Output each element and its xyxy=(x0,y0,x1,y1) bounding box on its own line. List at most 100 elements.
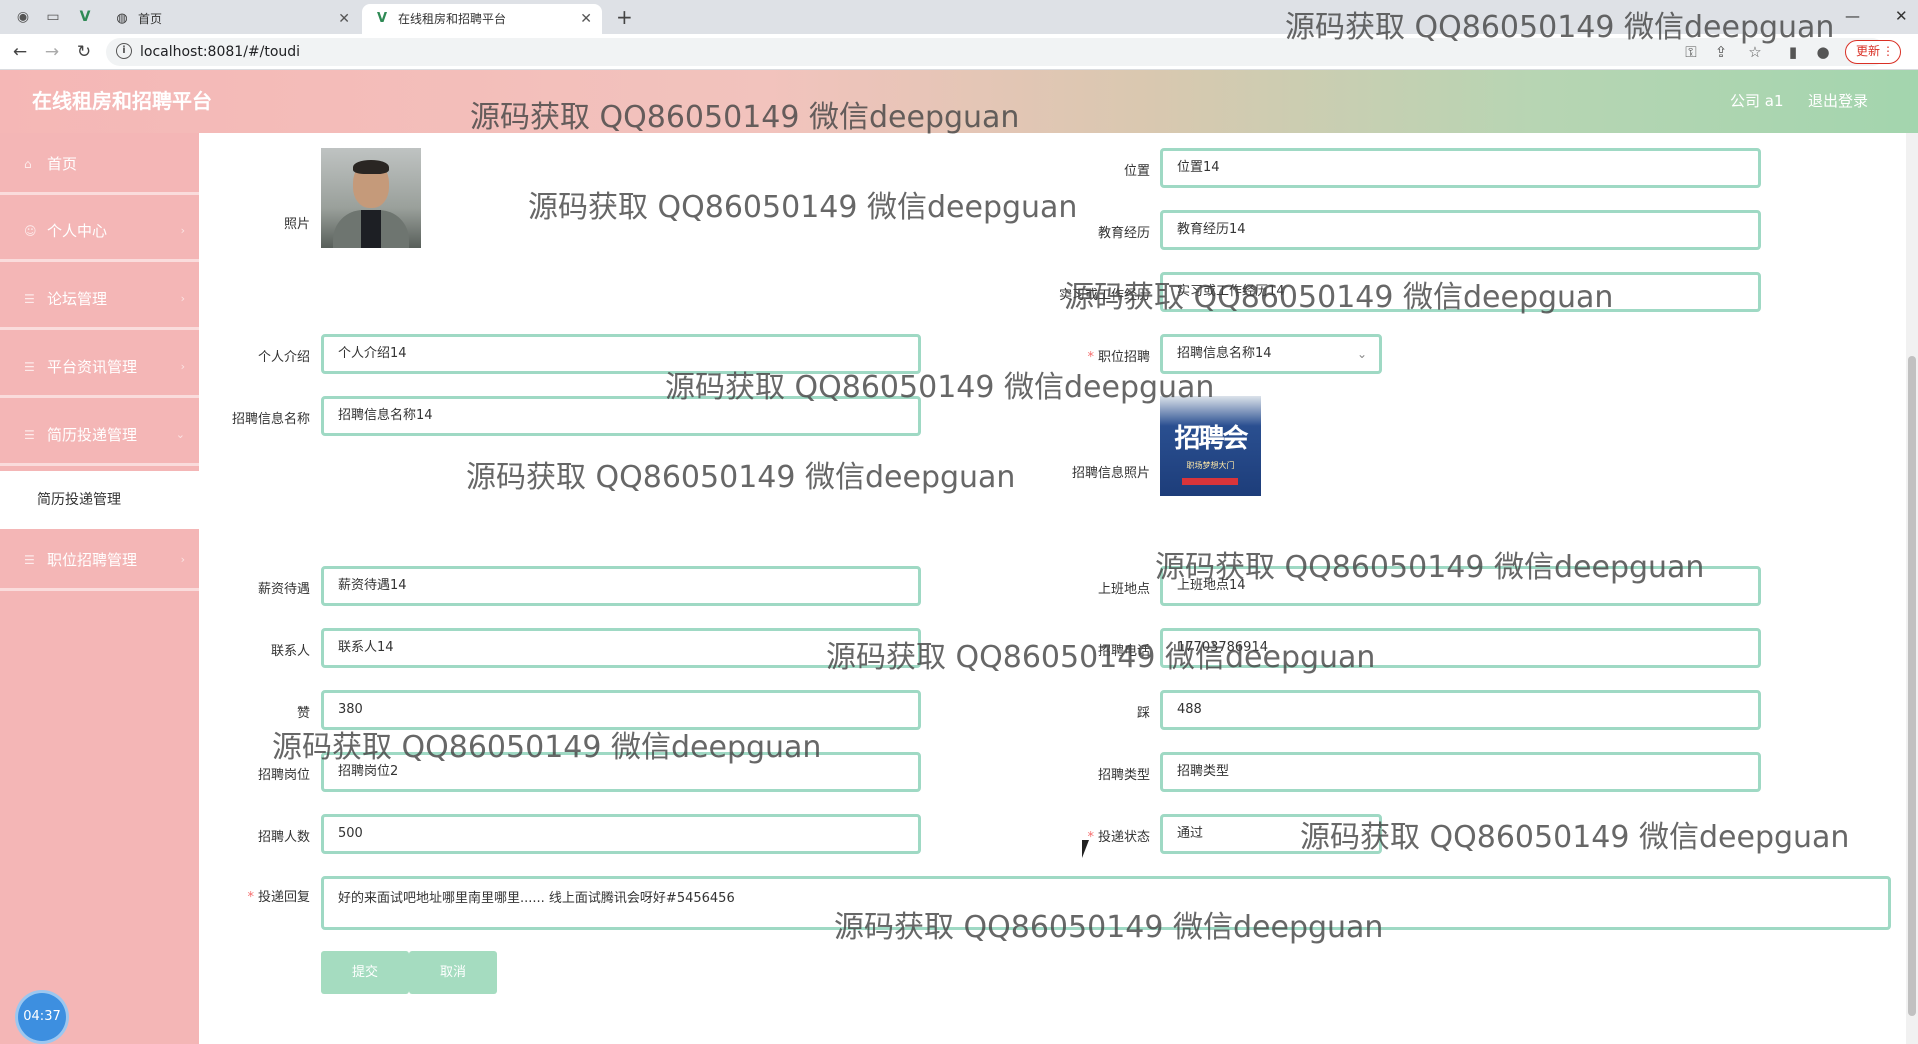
location-label: 位置 xyxy=(1123,164,1150,179)
new-tab-icon[interactable]: + xyxy=(616,4,633,30)
sidebar-item-label: 平台资讯管理 xyxy=(47,358,138,376)
forward-icon[interactable]: → xyxy=(40,40,64,64)
mouse-cursor xyxy=(1082,840,1096,858)
list-icon: ☰ xyxy=(24,553,35,567)
tab-home[interactable]: ◍ 首页 ✕ xyxy=(102,4,360,34)
close-icon[interactable]: ✕ xyxy=(580,4,592,34)
contact-field[interactable]: 联系人14 xyxy=(321,628,921,668)
tab-search-icon[interactable]: ◉ xyxy=(14,8,32,26)
status-field[interactable]: 通过 xyxy=(1160,814,1382,854)
dislike-label: 踩 xyxy=(1136,706,1150,721)
sidebar-item-jobs[interactable]: ☰ 职位招聘管理 › xyxy=(0,529,199,591)
salary-field[interactable]: 薪资待遇14 xyxy=(321,566,921,606)
vue-logo-icon: V xyxy=(376,11,388,26)
status-label: * 投递状态 xyxy=(1087,830,1150,845)
minimize-icon[interactable]: — xyxy=(1845,4,1860,28)
reply-label-text: 投递回复 xyxy=(257,890,310,905)
dislike-field[interactable]: 488 xyxy=(1160,690,1761,730)
current-user: 公司 a1 xyxy=(1730,92,1784,110)
sidebar-item-label: 首页 xyxy=(47,155,78,173)
url-field[interactable]: i localhost:8081/#/toudi xyxy=(106,38,1886,66)
update-button[interactable]: 更新 ⋮ xyxy=(1845,40,1902,64)
recruit-name-label: 招聘信息名称 xyxy=(231,412,310,427)
recruit-photo-label: 招聘信息照片 xyxy=(1071,466,1150,481)
browser-tabbar: ◉ ▭ V ◍ 首页 ✕ V 在线租房和招聘平台 ✕ + — ✕ xyxy=(0,0,1918,34)
logout-link[interactable]: 退出登录 xyxy=(1808,70,1868,133)
sidepanel-icon[interactable]: ▮ xyxy=(1782,40,1804,64)
phone-label: 招聘电话 xyxy=(1097,644,1150,659)
chevron-right-icon: › xyxy=(180,553,185,566)
recruit-photo: 招聘会 职场梦想大门 xyxy=(1160,396,1261,496)
applicant-photo xyxy=(321,148,421,248)
vue-logo-icon[interactable]: V xyxy=(76,8,94,26)
sidebar-item-news[interactable]: ☰ 平台资讯管理 › xyxy=(0,336,199,398)
like-field[interactable]: 380 xyxy=(321,690,921,730)
share-icon[interactable]: ⇪ xyxy=(1710,40,1732,64)
key-icon[interactable]: ⚿ xyxy=(1680,40,1702,64)
star-icon[interactable]: ☆ xyxy=(1744,40,1766,64)
tab-platform-label: 在线租房和招聘平台 xyxy=(398,12,507,26)
home-icon: ⌂ xyxy=(24,157,32,171)
education-field[interactable]: 教育经历14 xyxy=(1160,210,1761,250)
recording-timer: 04:37 xyxy=(18,993,66,1041)
intro-field[interactable]: 个人介绍14 xyxy=(321,334,921,374)
info-icon[interactable]: i xyxy=(116,43,132,59)
profile-icon[interactable]: ● xyxy=(1812,40,1834,64)
count-label: 招聘人数 xyxy=(257,830,310,845)
chevron-right-icon: › xyxy=(180,292,185,305)
close-icon[interactable]: ✕ xyxy=(338,4,350,34)
count-field[interactable]: 500 xyxy=(321,814,921,854)
phone-field[interactable]: 17703786914 xyxy=(1160,628,1761,668)
tab-platform[interactable]: V 在线租房和招聘平台 ✕ xyxy=(362,4,602,34)
sidebar-item-resume[interactable]: ☰ 简历投递管理 ⌄ xyxy=(0,404,199,466)
tab-home-label: 首页 xyxy=(138,12,163,26)
user-icon: ☺ xyxy=(24,224,37,238)
tab-page-icon[interactable]: ▭ xyxy=(44,8,62,26)
workplace-label: 上班地点 xyxy=(1097,582,1150,597)
recruit-name-field[interactable]: 招聘信息名称14 xyxy=(321,396,921,436)
sidebar-item-profile[interactable]: ☺ 个人中心 › xyxy=(0,200,199,262)
internship-field[interactable]: 实习或工作经历14 xyxy=(1160,272,1761,312)
reply-textarea[interactable]: 好的来面试吧地址哪里南里哪里...... 线上面试腾讯会呀好#5456456 xyxy=(321,876,1891,930)
photo-hair xyxy=(353,160,389,174)
update-label: 更新 xyxy=(1856,44,1881,58)
job-select[interactable]: 招聘信息名称14 ⌄ xyxy=(1160,334,1382,374)
more-icon: ⋮ xyxy=(1882,44,1895,58)
type-field[interactable]: 招聘类型 xyxy=(1160,752,1761,792)
reload-icon[interactable]: ↻ xyxy=(72,40,96,64)
contact-label: 联系人 xyxy=(270,644,310,659)
status-label-text: 投递状态 xyxy=(1097,830,1150,845)
location-field[interactable]: 位置14 xyxy=(1160,148,1761,188)
back-icon[interactable]: ← xyxy=(8,40,32,64)
close-window-icon[interactable]: ✕ xyxy=(1895,4,1908,28)
cancel-button[interactable]: 取消 xyxy=(409,951,497,994)
reply-label: * 投递回复 xyxy=(247,890,310,905)
submit-button[interactable]: 提交 xyxy=(321,951,409,994)
photo-shirt xyxy=(361,210,381,248)
sidebar-item-home[interactable]: ⌂ 首页 xyxy=(0,133,199,195)
scrollbar-thumb[interactable] xyxy=(1908,356,1916,1016)
list-icon: ☰ xyxy=(24,360,35,374)
chevron-right-icon: › xyxy=(180,360,185,373)
position-field[interactable]: 招聘岗位2 xyxy=(321,752,921,792)
chevron-down-icon: ⌄ xyxy=(1356,347,1367,361)
internship-label: 实习或工作经历 xyxy=(1058,288,1150,303)
job-select-value: 招聘信息名称14 xyxy=(1177,346,1272,361)
job-label-text: 职位招聘 xyxy=(1097,350,1150,365)
job-label: * 职位招聘 xyxy=(1087,350,1150,365)
sidebar-item-label: 论坛管理 xyxy=(47,290,108,308)
like-label: 赞 xyxy=(296,706,310,721)
list-icon: ☰ xyxy=(24,292,35,306)
sidebar-item-forum[interactable]: ☰ 论坛管理 › xyxy=(0,268,199,330)
sidebar-subitem-resume[interactable]: 简历投递管理 xyxy=(0,471,199,529)
list-icon: ☰ xyxy=(24,428,35,442)
brand-title: 在线租房和招聘平台 xyxy=(32,89,212,113)
workplace-field[interactable]: 上班地点14 xyxy=(1160,566,1761,606)
recruit-photo-tag xyxy=(1182,478,1238,485)
position-label: 招聘岗位 xyxy=(257,768,310,783)
sidebar-item-label: 个人中心 xyxy=(47,222,108,240)
education-label: 教育经历 xyxy=(1097,226,1150,241)
sidebar: ⌂ 首页 ☺ 个人中心 › ☰ 论坛管理 › ☰ 平台资讯管理 › ☰ 简历投递… xyxy=(0,133,199,1044)
photo-label: 照片 xyxy=(283,217,310,232)
url-text: localhost:8081/#/toudi xyxy=(140,44,301,60)
